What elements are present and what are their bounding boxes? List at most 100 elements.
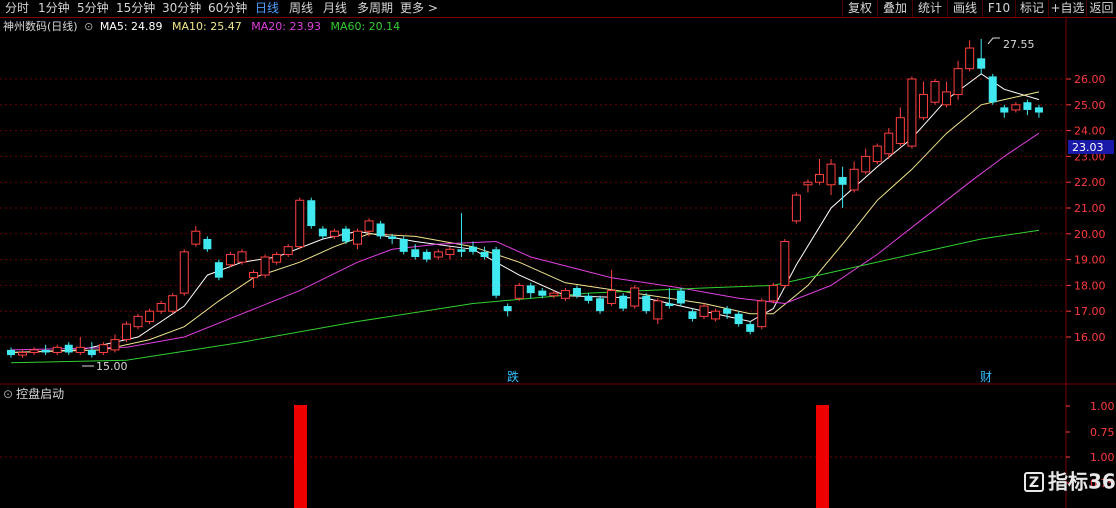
candle (18, 349, 28, 358)
ma5-value: MA5: 24.89 (99, 20, 163, 33)
f10-button[interactable]: F10 (982, 0, 1015, 17)
candle (41, 344, 50, 356)
candle (388, 233, 397, 245)
logo-text: 指标365 (1048, 469, 1116, 494)
overlay-button[interactable]: 叠加 (877, 0, 912, 17)
indicator-axis-1b: 1.00 (1090, 451, 1115, 464)
candle-body (838, 177, 847, 185)
candle (179, 249, 189, 296)
candle-body (376, 223, 385, 237)
candle-body (399, 238, 408, 252)
chevron-down-icon[interactable]: ⊙ (84, 20, 93, 33)
ma5-line (10, 73, 1040, 353)
candle-body (29, 349, 39, 353)
tab-weekly[interactable]: 周线 (289, 0, 313, 17)
collapse-icon[interactable]: ⊙ (3, 387, 13, 401)
candle-body (977, 58, 986, 69)
indicator-title[interactable]: ⊙ 控盘启动 (0, 386, 64, 402)
event-marker-left: 跌 (507, 369, 519, 384)
tab-1min[interactable]: 1分钟 (38, 0, 70, 17)
candle (191, 226, 201, 247)
candle-body (699, 305, 709, 317)
candle (838, 166, 847, 208)
candle-body (480, 251, 489, 258)
price-axis-label: 26.00 (1074, 73, 1106, 86)
price-axis-label: 25.00 (1074, 99, 1106, 112)
tab-multi-period[interactable]: 多周期 (357, 0, 393, 17)
candle (64, 342, 73, 356)
candle (711, 308, 721, 322)
back-button[interactable]: 返回 (1086, 0, 1116, 17)
indicator-axis-1: 1.00 (1090, 400, 1115, 413)
tab-30min[interactable]: 30分钟 (162, 0, 201, 17)
adjust-button[interactable]: 复权 (842, 0, 877, 17)
candle (203, 236, 212, 252)
candle (526, 282, 535, 299)
candle-body (145, 310, 155, 323)
candle (1034, 104, 1043, 118)
candle (930, 79, 940, 105)
candle (1011, 102, 1021, 113)
candle (87, 342, 96, 358)
candle-body (746, 324, 755, 332)
candlestick-chart[interactable]: 26.00 25.00 24.00 23.00 22.00 21.00 20.00 19.00… (0, 0, 1116, 508)
candle (861, 148, 871, 175)
candle-body (884, 132, 894, 155)
candle (746, 321, 755, 335)
tab-15min[interactable]: 15分钟 (116, 0, 155, 17)
tab-monthly[interactable]: 月线 (323, 0, 347, 17)
candle (225, 251, 235, 268)
candle-body (619, 295, 628, 309)
candle-body (179, 251, 189, 294)
ma10-value: MA10: 25.47 (172, 20, 242, 33)
candle-body (688, 311, 697, 319)
candle-body (826, 163, 836, 186)
tab-intraday[interactable]: 分时 (5, 0, 29, 17)
candle-body (791, 194, 801, 222)
logo-icon: Z (1024, 471, 1044, 492)
candle-body (492, 249, 501, 296)
tab-more[interactable]: 更多 > (400, 0, 438, 17)
candle (849, 161, 859, 193)
candle-body (307, 200, 316, 227)
mark-button[interactable]: 标记 (1015, 0, 1048, 17)
candle-body (503, 306, 512, 312)
candle (307, 197, 316, 229)
candle-body (156, 302, 166, 312)
price-axis-label: 20.00 (1074, 228, 1106, 241)
candle (376, 220, 385, 239)
candle-body (942, 91, 952, 106)
price-axis-label: 22.00 (1074, 176, 1106, 189)
stats-button[interactable]: 统计 (912, 0, 947, 17)
candle-body (75, 346, 85, 353)
price-axis-label: 21.00 (1074, 202, 1106, 215)
candle (734, 311, 743, 327)
tab-daily[interactable]: 日线 (255, 0, 279, 17)
candle-body (191, 230, 201, 245)
candle (411, 244, 420, 260)
tab-5min[interactable]: 5分钟 (77, 0, 109, 17)
candle-body (18, 351, 28, 356)
add-watchlist-button[interactable]: +自选 (1048, 0, 1086, 17)
candle (122, 321, 131, 343)
candle-body (133, 315, 143, 328)
candle (353, 228, 362, 250)
tab-60min[interactable]: 60分钟 (208, 0, 247, 17)
candle (260, 254, 270, 278)
ma20-value: MA20: 23.93 (251, 20, 321, 33)
candle (7, 347, 15, 358)
candle (584, 293, 593, 304)
candle (596, 295, 605, 314)
candle-body (7, 349, 15, 356)
candle-body (318, 228, 327, 237)
candle (272, 251, 282, 265)
candle (665, 287, 674, 309)
candle-body (41, 349, 50, 353)
candle-body (953, 68, 963, 95)
candle-body (110, 339, 120, 351)
candle (492, 246, 501, 299)
candle-body (988, 76, 997, 103)
price-axis-label: 19.00 (1074, 254, 1106, 267)
candle (965, 40, 975, 72)
draw-line-button[interactable]: 画线 (947, 0, 982, 17)
